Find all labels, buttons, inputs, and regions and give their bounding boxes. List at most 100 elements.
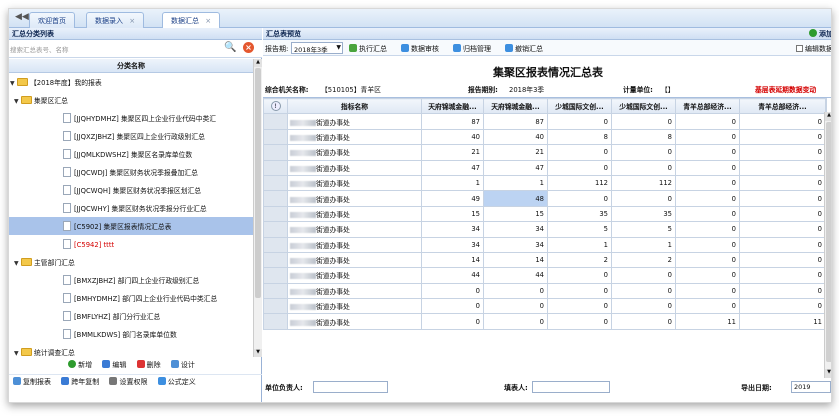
add-button[interactable]: 新增 [68,360,92,370]
value-cell[interactable]: 0 [547,282,612,300]
value-cell[interactable]: 0 [675,298,740,315]
row-header[interactable] [263,159,288,176]
value-cell[interactable]: 0 [611,267,676,284]
row-header[interactable] [263,113,288,130]
expand-icon[interactable]: ▼ [14,98,21,105]
value-cell[interactable]: 0 [611,313,676,330]
tree-item[interactable]: [C5942] tttt [9,235,253,253]
period-select[interactable]: 2018年3季 ▼ [291,42,343,54]
tree-item[interactable]: [JJQCWQH] 集聚区财务状况季报区划汇总 [9,181,253,199]
search-input[interactable]: 搜索汇总表号、名称 [10,43,215,55]
value-cell[interactable]: 44 [421,267,484,284]
scroll-up-icon[interactable]: ▲ [254,59,262,67]
value-cell[interactable]: 0 [421,282,484,300]
value-cell[interactable]: 14 [483,251,548,269]
design-button[interactable]: 设计 [170,360,195,370]
table-row[interactable]: 街道办事处 40 40 8 8 0 0 [263,128,827,146]
value-cell[interactable]: 0 [675,221,740,238]
value-cell[interactable]: 0 [611,190,676,207]
row-header[interactable] [263,313,288,330]
value-cell[interactable]: 112 [547,174,612,192]
tree-item[interactable]: [JJQMLKDWSHZ] 集聚区名录库单位数 [9,145,253,163]
tree-item[interactable]: [JJQCWDJ] 集聚区财务状况季报叠加汇总 [9,163,253,181]
value-cell[interactable]: 0 [547,267,612,284]
value-cell[interactable]: 0 [675,251,740,269]
data-audit-button[interactable]: 数据审核 [401,44,439,54]
row-header[interactable] [263,144,288,161]
value-cell[interactable]: 0 [675,205,740,223]
value-cell[interactable]: 0 [739,174,826,192]
run-summary-button[interactable]: 执行汇总 [349,44,387,54]
value-cell[interactable]: 0 [739,282,826,300]
value-cell[interactable]: 0 [739,113,826,130]
value-cell[interactable]: 0 [675,190,740,207]
table-row[interactable]: 街道办事处 0 0 0 0 0 0 [263,282,827,300]
table-row[interactable]: 街道办事处 47 47 0 0 0 0 [263,159,827,176]
value-cell[interactable]: 0 [547,144,612,161]
delete-button[interactable]: 删除 [136,360,161,370]
edit-data-checkbox[interactable]: 编辑数据 [796,44,831,54]
export-date-input[interactable]: 2019 [791,381,831,393]
row-header[interactable] [263,190,288,207]
tree-item[interactable]: [JJQHYDMHZ] 集聚区四上企业行业代码中类汇 [9,109,253,127]
value-cell[interactable]: 0 [739,128,826,146]
column-header[interactable]: 天府锦城金融... [421,98,484,115]
edit-button[interactable]: 编辑 [102,360,126,370]
value-cell[interactable]: 1 [611,236,676,253]
value-cell[interactable]: 47 [421,159,484,176]
value-cell[interactable]: 0 [421,298,484,315]
scroll-up-icon[interactable]: ▲ [825,112,831,121]
search-icon[interactable]: 🔍 [224,42,236,53]
value-cell[interactable]: 2 [547,251,612,269]
table-row[interactable]: 街道办事处 49 48 0 0 0 0 [263,190,827,207]
column-header[interactable]: 少城国际文创... [547,98,612,115]
value-cell[interactable]: 0 [547,298,612,315]
value-cell[interactable]: 0 [611,144,676,161]
row-header[interactable] [263,205,288,223]
tree-item[interactable]: [BMMLKDWS] 部门名录库单位数 [9,325,253,343]
clear-icon[interactable]: × [243,42,254,53]
value-cell[interactable]: 1 [547,236,612,253]
value-cell[interactable]: 34 [483,221,548,238]
row-header[interactable] [263,174,288,192]
tab-data-entry[interactable]: 数据录入 × [86,12,145,28]
value-cell[interactable]: 1 [483,174,548,192]
value-cell[interactable]: 48 [483,190,548,207]
scroll-down-icon[interactable]: ▼ [825,369,831,378]
tab-data-summary[interactable]: 数据汇总 × [162,12,221,29]
value-cell[interactable]: 49 [421,190,484,207]
value-cell[interactable]: 0 [483,282,548,300]
value-cell[interactable]: 14 [421,251,484,269]
value-cell[interactable]: 1 [421,174,484,192]
value-cell[interactable]: 11 [675,313,740,330]
table-row[interactable]: 街道办事处 14 14 2 2 0 0 [263,251,827,269]
value-cell[interactable]: 21 [421,144,484,161]
value-cell[interactable]: 40 [421,128,484,146]
value-cell[interactable]: 5 [547,221,612,238]
scroll-down-icon[interactable]: ▼ [254,349,262,357]
value-cell[interactable]: 0 [421,313,484,330]
value-cell[interactable]: 44 [483,267,548,284]
column-header[interactable]: 青羊总部经济... [739,98,826,115]
value-cell[interactable]: 0 [675,267,740,284]
table-row[interactable]: 街道办事处 1 1 112 112 0 0 [263,174,827,192]
tree-folder[interactable]: ▼ 统计调查汇总 [9,343,253,357]
value-cell[interactable]: 0 [547,313,612,330]
value-cell[interactable]: 21 [483,144,548,161]
value-cell[interactable]: 0 [739,205,826,223]
value-cell[interactable]: 0 [675,159,740,176]
copy-report-button[interactable]: 复制报表 [13,377,51,387]
value-cell[interactable]: 0 [611,282,676,300]
value-cell[interactable]: 0 [611,113,676,130]
column-header[interactable]: 少城国际文创... [611,98,676,115]
tree-item[interactable]: [JJQCWHY] 集聚区财务状况季报分行业汇总 [9,199,253,217]
value-cell[interactable]: 0 [547,190,612,207]
column-header[interactable]: 指标名称 [287,98,422,115]
value-cell[interactable]: 8 [547,128,612,146]
row-header[interactable] [263,282,288,300]
value-cell[interactable]: 0 [675,128,740,146]
tree-item[interactable]: [BMHYDMHZ] 部门四上企业行业代码中类汇总 [9,289,253,307]
undo-summary-button[interactable]: 撤销汇总 [505,44,543,54]
value-cell[interactable]: 47 [483,159,548,176]
row-header[interactable] [263,298,288,315]
